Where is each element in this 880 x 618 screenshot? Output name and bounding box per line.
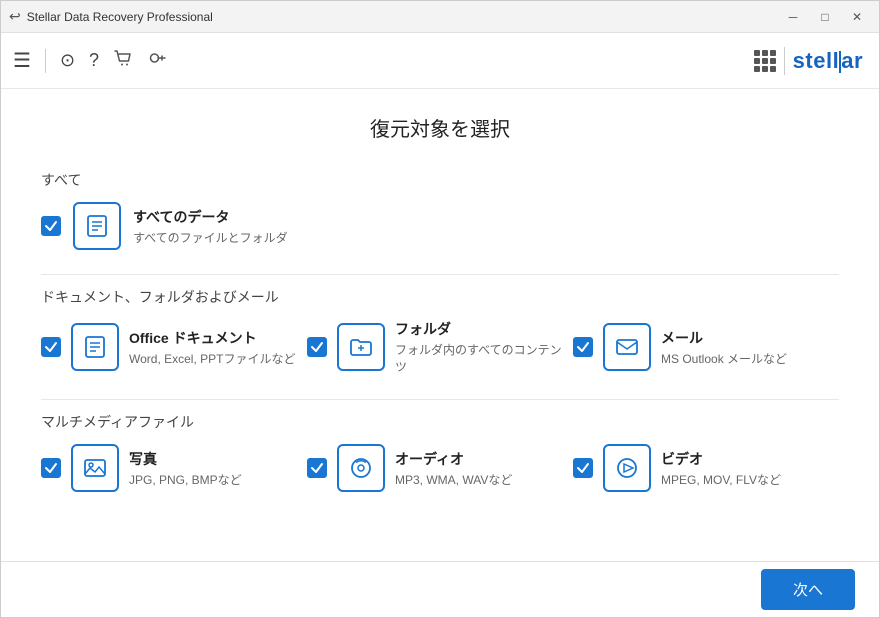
top-bar-right: stellar: [754, 47, 863, 75]
audio-subtitle: MP3, WMA, WAVなど: [395, 471, 512, 488]
office-icon-box: [71, 323, 119, 371]
office-item: Office ドキュメント Word, Excel, PPTファイルなど: [41, 319, 307, 375]
main-content: 復元対象を選択 すべて すべてのデータ すべてのファイルとフォルダ: [1, 89, 879, 561]
stellar-logo-text: stellar: [793, 48, 863, 74]
office-text: Office ドキュメント Word, Excel, PPTファイルなど: [129, 328, 295, 367]
cart-icon[interactable]: [113, 48, 133, 73]
mail-subtitle: MS Outlook メールなど: [661, 350, 787, 367]
audio-title: オーディオ: [395, 449, 512, 469]
title-bar-left: ↩ Stellar Data Recovery Professional: [9, 8, 213, 25]
close-button[interactable]: ✕: [843, 7, 871, 27]
video-checkbox[interactable]: [573, 458, 593, 478]
all-data-title: すべてのデータ: [133, 207, 288, 227]
history-icon[interactable]: ⊙: [60, 50, 75, 71]
all-data-item: すべてのデータ すべてのファイルとフォルダ: [41, 202, 839, 250]
next-button[interactable]: 次へ: [761, 569, 855, 610]
doc-items-row: Office ドキュメント Word, Excel, PPTファイルなど: [41, 319, 839, 375]
photo-icon-box: [71, 444, 119, 492]
help-icon[interactable]: ?: [89, 50, 99, 71]
folder-checkbox[interactable]: [307, 337, 327, 357]
office-title: Office ドキュメント: [129, 328, 295, 348]
audio-item: オーディオ MP3, WMA, WAVなど: [307, 444, 573, 492]
footer: 次へ: [1, 561, 879, 617]
key-icon[interactable]: [147, 48, 167, 73]
folder-icon-box: [337, 323, 385, 371]
photo-item: 写真 JPG, PNG, BMPなど: [41, 444, 307, 492]
mail-checkbox[interactable]: [573, 337, 593, 357]
folder-title: フォルダ: [395, 319, 573, 339]
folder-subtitle: フォルダ内のすべてのコンテンツ: [395, 341, 573, 375]
photo-checkbox[interactable]: [41, 458, 61, 478]
all-data-section: すべて すべてのデータ すべてのファイルとフォルダ: [41, 170, 839, 250]
mail-title: メール: [661, 328, 787, 348]
audio-checkbox[interactable]: [307, 458, 327, 478]
separator-1: [41, 274, 839, 275]
photo-title: 写真: [129, 449, 242, 469]
office-checkbox[interactable]: [41, 337, 61, 357]
all-data-text: すべてのデータ すべてのファイルとフォルダ: [133, 207, 288, 246]
video-title: ビデオ: [661, 449, 781, 469]
all-data-subtitle: すべてのファイルとフォルダ: [133, 229, 288, 246]
audio-icon-box: [337, 444, 385, 492]
all-section-label: すべて: [41, 170, 839, 190]
nav-divider: [45, 49, 46, 73]
photo-subtitle: JPG, PNG, BMPなど: [129, 471, 242, 488]
media-section: マルチメディアファイル 写真 JPG, PNG, BMPなど: [41, 412, 839, 492]
video-icon-box: [603, 444, 651, 492]
all-data-checkbox[interactable]: [41, 216, 61, 236]
logo-divider: [784, 47, 785, 75]
top-bar-left: ☰ ⊙ ?: [13, 48, 167, 73]
audio-text: オーディオ MP3, WMA, WAVなど: [395, 449, 512, 488]
minimize-button[interactable]: ─: [779, 7, 807, 27]
all-data-icon-box: [73, 202, 121, 250]
grid-icon: [754, 50, 776, 72]
media-items-row: 写真 JPG, PNG, BMPなど オーディオ: [41, 444, 839, 492]
app-back-icon: ↩: [9, 8, 21, 25]
mail-icon-box: [603, 323, 651, 371]
top-bar: ☰ ⊙ ? stellar: [1, 33, 879, 89]
video-item: ビデオ MPEG, MOV, FLVなど: [573, 444, 839, 492]
mail-item: メール MS Outlook メールなど: [573, 319, 839, 375]
doc-section: ドキュメント、フォルダおよびメール Office ドキュメント: [41, 287, 839, 375]
title-bar-controls: ─ □ ✕: [779, 7, 871, 27]
video-text: ビデオ MPEG, MOV, FLVなど: [661, 449, 781, 488]
video-subtitle: MPEG, MOV, FLVなど: [661, 471, 781, 488]
separator-2: [41, 399, 839, 400]
doc-section-label: ドキュメント、フォルダおよびメール: [41, 287, 839, 307]
title-bar-title: Stellar Data Recovery Professional: [27, 10, 213, 24]
media-section-label: マルチメディアファイル: [41, 412, 839, 432]
maximize-button[interactable]: □: [811, 7, 839, 27]
photo-text: 写真 JPG, PNG, BMPなど: [129, 449, 242, 488]
title-bar: ↩ Stellar Data Recovery Professional ─ □…: [1, 1, 879, 33]
folder-text: フォルダ フォルダ内のすべてのコンテンツ: [395, 319, 573, 375]
page-title: 復元対象を選択: [41, 113, 839, 142]
mail-text: メール MS Outlook メールなど: [661, 328, 787, 367]
office-subtitle: Word, Excel, PPTファイルなど: [129, 350, 295, 367]
menu-icon[interactable]: ☰: [13, 48, 31, 73]
folder-item: フォルダ フォルダ内のすべてのコンテンツ: [307, 319, 573, 375]
